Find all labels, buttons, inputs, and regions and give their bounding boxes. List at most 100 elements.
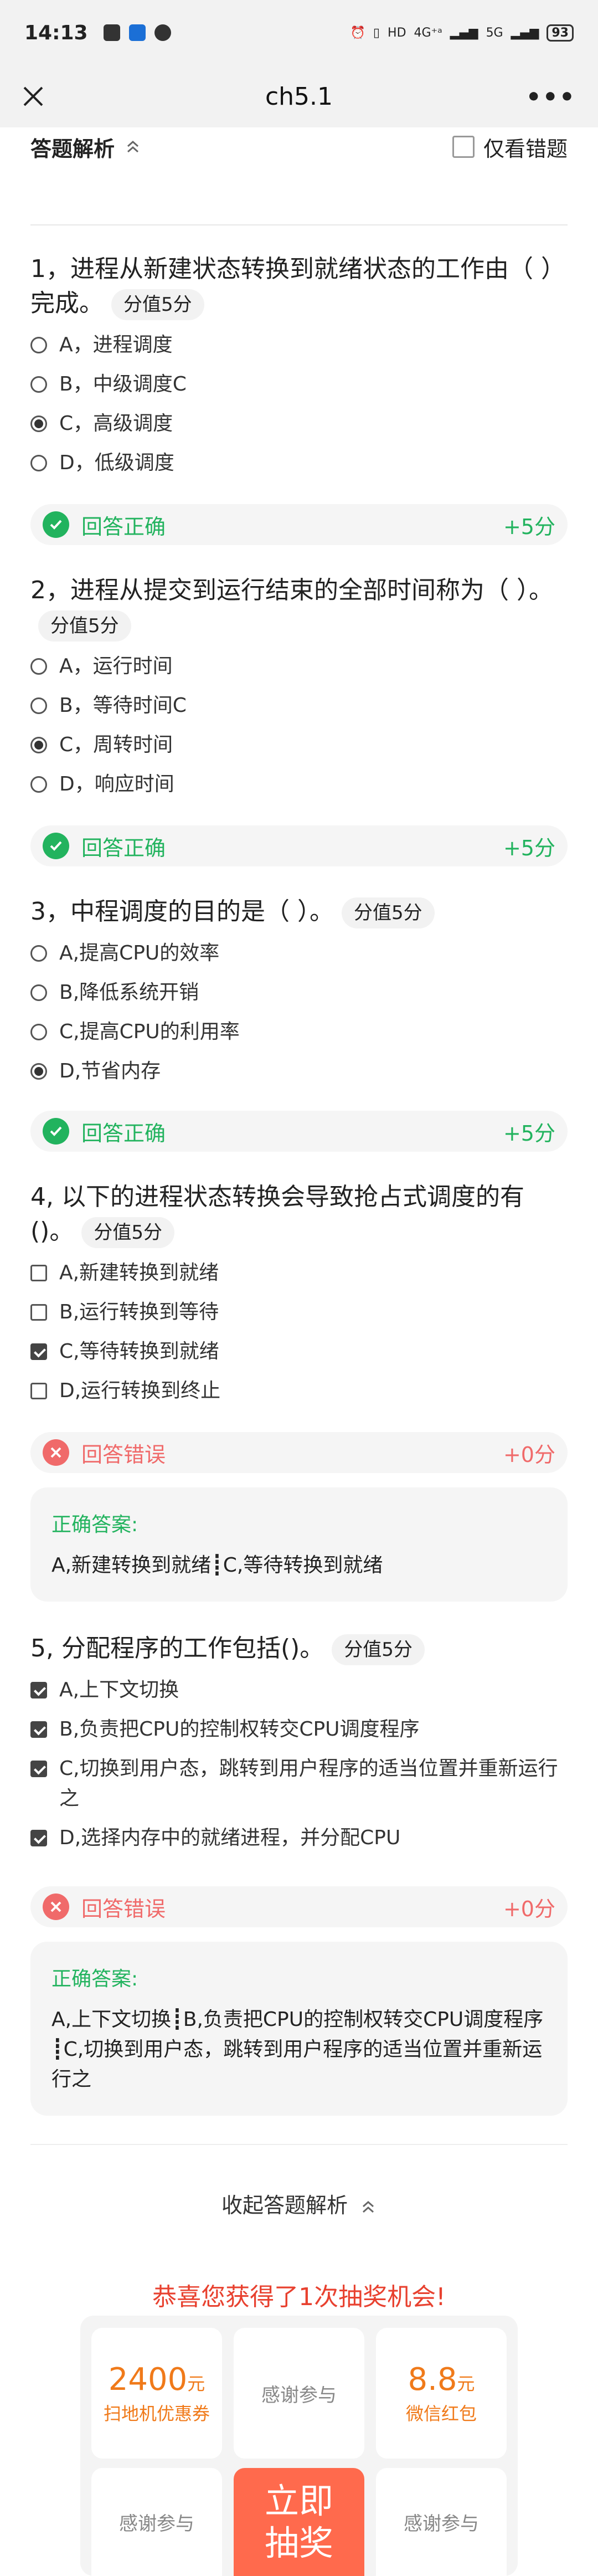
option-b[interactable]: B,负责把CPU的控制权转交CPU调度程序	[30, 1715, 568, 1744]
option-c[interactable]: C，周转时间	[30, 730, 568, 760]
wrong-only-toggle[interactable]: 仅看错题	[452, 132, 568, 162]
result-wrong: 回答错误 +0分	[30, 1886, 568, 1927]
option-d[interactable]: D,选择内存中的就绪进程，并分配CPU	[30, 1823, 568, 1853]
wrong-only-label: 仅看错题	[483, 136, 568, 161]
option-b[interactable]: B,降低系统开销	[30, 978, 568, 1008]
draw-button[interactable]: 立即抽奖	[234, 2468, 364, 2576]
battery-icon: 93	[547, 24, 574, 42]
alarm-icon: ⏰	[350, 25, 365, 40]
option-a[interactable]: A,新建转换到就绪	[30, 1258, 568, 1288]
checkbox-icon	[30, 1265, 47, 1281]
option-c[interactable]: C,切换到用户态，跳转到用户程序的适当位置并重新运行之	[30, 1754, 568, 1814]
checkbox-checked-icon	[30, 1682, 47, 1698]
prize-desc: 扫地机优惠券	[103, 2403, 210, 2424]
checkbox-icon	[30, 1304, 47, 1321]
radio-icon	[30, 945, 47, 962]
option-d[interactable]: D，响应时间	[30, 769, 568, 799]
correct-answer-label: 正确答案:	[51, 1513, 138, 1536]
option-c[interactable]: C，高级调度	[30, 409, 568, 439]
radio-icon	[30, 376, 47, 393]
correct-answer-label: 正确答案:	[51, 1968, 138, 1990]
close-button[interactable]	[16, 79, 51, 114]
option-c[interactable]: C,等待转换到就绪	[30, 1337, 568, 1367]
radio-icon	[30, 1024, 47, 1040]
prize-cell-thanks: 感谢参与	[234, 2328, 364, 2459]
correct-answer-text: A,新建转换到就绪┋C,等待转换到就绪	[51, 1554, 383, 1577]
radio-icon	[30, 337, 47, 353]
page-title: ch5.1	[265, 82, 333, 111]
score-badge: 分值5分	[111, 289, 204, 320]
chevron-up-icon[interactable]	[125, 138, 141, 155]
option-d[interactable]: D，低级调度	[30, 448, 568, 478]
result-text: 回答正确	[81, 1121, 166, 1146]
check-circle-icon	[43, 511, 69, 538]
prize-cell-redpacket: 8.8元 微信红包	[376, 2328, 507, 2459]
question-3: 3，中程调度的目的是（ ）。 分值5分 A,提高CPU的效率 B,降低系统开销 C…	[30, 895, 568, 1086]
prize-unit: 元	[457, 2373, 475, 2394]
prize-cell-thanks: 感谢参与	[91, 2468, 222, 2576]
result-text: 回答错误	[81, 1896, 166, 1921]
option-a[interactable]: A,提高CPU的效率	[30, 938, 568, 968]
cross-circle-icon	[43, 1439, 69, 1466]
option-b[interactable]: B,运行转换到等待	[30, 1297, 568, 1327]
prize-amount: 8.8	[408, 2361, 457, 2398]
check-circle-icon	[43, 1118, 69, 1145]
vibrate-icon: ▯	[373, 25, 380, 40]
option-d[interactable]: D,运行转换到终止	[30, 1376, 568, 1406]
result-points: +5分	[503, 514, 555, 539]
draw-label: 立即抽奖	[264, 2480, 333, 2563]
status-bar: 14:13 ⏰ ▯ HD 4G⁺ᵃ ▂▄▆ 5G ▂▄▆ 93	[0, 0, 598, 65]
score-badge: 分值5分	[38, 610, 131, 642]
result-correct: 回答正确 +5分	[30, 1111, 568, 1152]
divider	[30, 224, 568, 225]
option-b[interactable]: B，等待时间C	[30, 691, 568, 721]
notification-icon	[103, 24, 120, 41]
question-1: 1，进程从新建状态转换到就绪状态的工作由（ ）完成。 分值5分 A，进程调度 B，…	[30, 252, 568, 478]
correct-answer-box: 正确答案: A,上下文切换┋B,负责把CPU的控制权转交CPU调度程序┋C,切换…	[30, 1942, 568, 2116]
option-c[interactable]: C,提高CPU的利用率	[30, 1017, 568, 1047]
lottery-title: 恭喜您获得了1次抽奖机会!	[152, 2283, 446, 2311]
hd-icon: HD	[388, 25, 406, 40]
option-a[interactable]: A,上下文切换	[30, 1675, 568, 1705]
result-text: 回答错误	[81, 1442, 166, 1467]
result-correct: 回答正确 +5分	[30, 504, 568, 545]
wrong-only-checkbox[interactable]	[452, 136, 475, 158]
radio-checked-icon	[30, 737, 47, 753]
radio-icon	[30, 984, 47, 1001]
score-badge: 分值5分	[81, 1217, 174, 1248]
cross-circle-icon	[43, 1893, 69, 1920]
question-text: 5, 分配程序的工作包括()。	[30, 1634, 324, 1662]
collapse-analysis-button[interactable]: 收起答题解析	[0, 2188, 598, 2219]
checkbox-checked-icon	[30, 1761, 47, 1777]
prize-unit: 元	[187, 2373, 205, 2394]
prize-cell-coupon: 2400元 扫地机优惠券	[91, 2328, 222, 2459]
thanks-label: 感谢参与	[261, 2384, 337, 2406]
checkbox-checked-icon	[30, 1830, 47, 1846]
collapse-label: 收起答题解析	[221, 2193, 348, 2218]
question-text: 3，中程调度的目的是（ ）。	[30, 897, 334, 926]
analysis-header: 答题解析 仅看错题	[0, 127, 598, 166]
option-a[interactable]: A，进程调度	[30, 330, 568, 360]
checkbox-checked-icon	[30, 1343, 47, 1360]
option-d[interactable]: D,节省内存	[30, 1056, 568, 1086]
check-circle-icon	[43, 833, 69, 859]
network-4g: 4G⁺ᵃ	[414, 25, 442, 40]
more-menu-icon[interactable]: •••	[526, 83, 576, 111]
radio-checked-icon	[30, 1063, 47, 1080]
close-icon	[23, 86, 43, 106]
score-badge: 分值5分	[332, 1634, 425, 1665]
option-a[interactable]: A，运行时间	[30, 651, 568, 681]
result-wrong: 回答错误 +0分	[30, 1432, 568, 1473]
result-correct: 回答正确 +5分	[30, 825, 568, 866]
checkbox-icon	[30, 1383, 47, 1399]
option-b[interactable]: B，中级调度C	[30, 370, 568, 399]
result-points: +5分	[503, 1121, 555, 1146]
question-5: 5, 分配程序的工作包括()。 分值5分 A,上下文切换 B,负责把CPU的控制权…	[30, 1631, 568, 1853]
correct-answer-text: A,上下文切换┋B,负责把CPU的控制权转交CPU调度程序┋C,切换到用户态，跳…	[51, 2008, 544, 2091]
app-icon	[128, 24, 146, 41]
result-text: 回答正确	[81, 514, 166, 539]
question-text: 1，进程从新建状态转换到就绪状态的工作由（ ）完成。	[30, 255, 565, 317]
checkbox-checked-icon	[30, 1721, 47, 1738]
network-5g: 5G	[486, 25, 503, 40]
prize-cell-thanks: 感谢参与	[376, 2468, 507, 2576]
